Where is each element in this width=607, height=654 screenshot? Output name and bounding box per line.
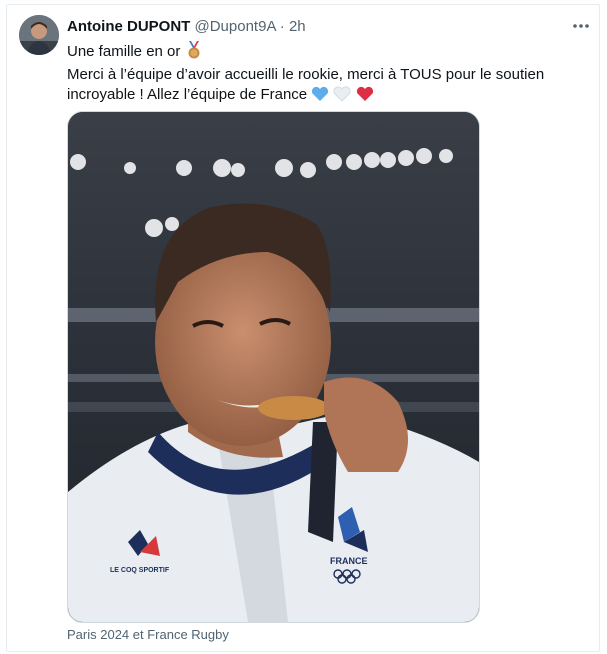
tweet-photo[interactable]: LE COQ SPORTIF FRANCE xyxy=(67,111,480,623)
shirt-team-label: FRANCE xyxy=(330,556,368,566)
photo-player-biting-medal: LE COQ SPORTIF FRANCE xyxy=(68,112,479,622)
avatar[interactable] xyxy=(19,15,59,55)
tweet-text: Une famille en or Merci à l’équipe d’avo… xyxy=(67,41,587,108)
photo-caption[interactable]: Paris 2024 et France Rugby xyxy=(67,627,229,643)
red-heart-icon xyxy=(356,86,374,108)
blue-heart-icon xyxy=(311,86,329,108)
tweet-line-2: Merci à l’équipe d’avoir accueilli le ro… xyxy=(67,66,545,83)
tweet-card[interactable]: Antoine DUPONT @Dupont9A · 2h Une famill… xyxy=(6,4,600,652)
tweet-time[interactable]: 2h xyxy=(289,18,306,35)
shirt-brand-label: LE COQ SPORTIF xyxy=(110,567,170,574)
author-name[interactable]: Antoine DUPONT xyxy=(67,18,190,35)
tweet-header: Antoine DUPONT @Dupont9A · 2h xyxy=(67,17,587,37)
tweet-line-1: Une famille en or xyxy=(67,43,181,60)
medal-icon xyxy=(185,41,203,65)
white-heart-icon xyxy=(333,86,351,108)
tweet-line-3: incroyable ! Allez l’équipe de France xyxy=(67,86,308,103)
author-handle[interactable]: @Dupont9A xyxy=(195,18,276,35)
separator-dot: · xyxy=(279,18,285,35)
more-options-icon[interactable] xyxy=(569,15,593,37)
